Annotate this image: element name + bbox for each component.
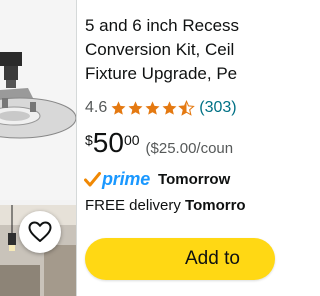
title-line-3[interactable]: Fixture Upgrade, Pe — [85, 62, 247, 86]
pane-divider — [76, 0, 77, 296]
rating-value: 4.6 — [85, 99, 108, 116]
heart-outline-icon — [28, 221, 52, 242]
unit-price: ($25.00/coun — [145, 140, 234, 157]
star-icon — [128, 101, 143, 115]
prime-logo: prime — [102, 169, 151, 189]
title-line-2[interactable]: Conversion Kit, Ceil — [85, 38, 247, 62]
product-image[interactable] — [0, 0, 76, 200]
free-delivery-prefix: FREE delivery — [85, 197, 186, 214]
price-currency: $ — [85, 132, 93, 148]
title-line-1[interactable]: 5 and 6 inch Recess — [85, 14, 247, 38]
star-rating[interactable] — [110, 100, 196, 116]
prime-delivery-day: Tomorrow — [158, 171, 231, 188]
wishlist-button[interactable] — [19, 211, 61, 253]
free-delivery-day: Tomorro — [185, 197, 246, 214]
rating-row[interactable]: 4.6 (303) — [85, 99, 237, 117]
review-count-link[interactable]: (303) — [199, 99, 236, 117]
price: $ 50 00 ($25.00/coun — [85, 128, 233, 158]
star-icon — [111, 101, 126, 115]
product-title[interactable]: 5 and 6 inch Recess Conversion Kit, Ceil… — [85, 14, 247, 86]
price-whole: 50 — [92, 127, 124, 158]
product-image-pane — [0, 0, 76, 296]
add-to-cart-button[interactable]: Add to — [85, 238, 275, 280]
free-delivery-text: FREE delivery Tomorro — [85, 197, 246, 214]
star-icon — [162, 101, 177, 115]
prime-badge: prime Tomorrow — [84, 169, 230, 190]
price-fraction: 00 — [123, 132, 140, 148]
star-half-icon — [178, 100, 196, 116]
star-icon — [145, 101, 160, 115]
check-icon — [84, 172, 101, 187]
